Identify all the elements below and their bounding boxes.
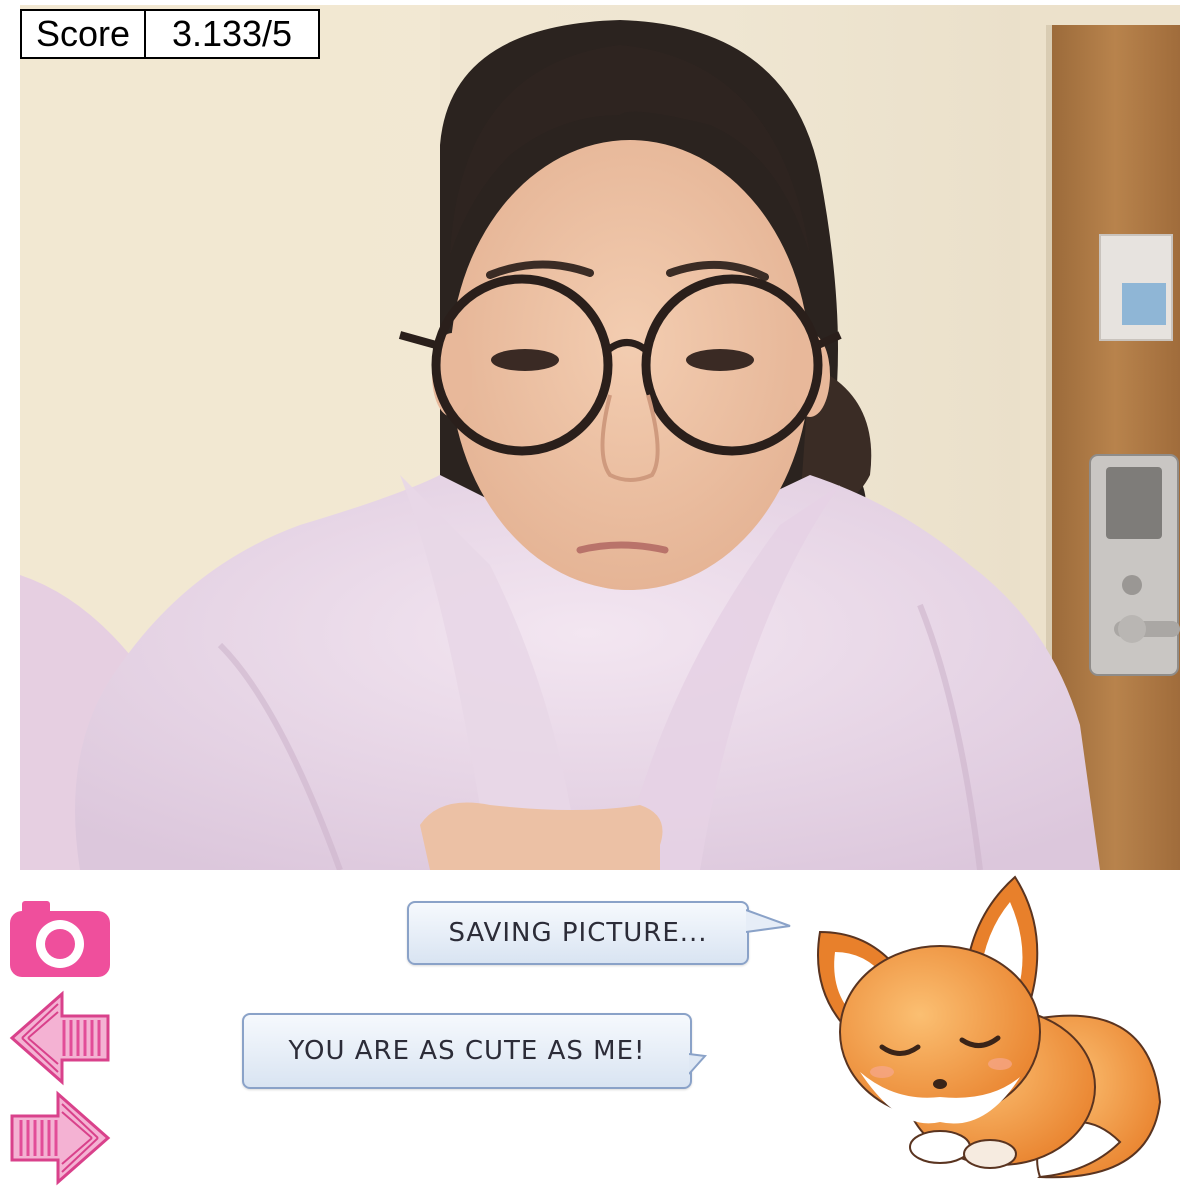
fox-mascot-icon (817, 875, 1162, 1179)
bubble-tail-1 (746, 909, 791, 933)
score-display: Score 3.133/5 (20, 9, 320, 59)
score-label: Score (22, 11, 146, 57)
score-value: 3.133/5 (171, 13, 293, 54)
message-text-1: SAVING PICTURE... (448, 918, 708, 948)
next-button[interactable] (8, 1090, 112, 1186)
previous-button[interactable] (8, 990, 112, 1086)
arrow-left-icon (9, 990, 110, 1086)
camera-icon (10, 901, 110, 977)
message-bubble-2: YOU ARE AS CUTE AS ME! (242, 1013, 692, 1089)
arrow-right-icon (10, 1090, 111, 1186)
message-bubble-1: SAVING PICTURE... (407, 901, 749, 965)
camera-button[interactable] (8, 897, 112, 979)
webcam-photo (20, 5, 1180, 870)
message-text-2: YOU ARE AS CUTE AS ME! (288, 1036, 646, 1066)
bubble-tail-2 (689, 1053, 708, 1075)
fox-mascot (790, 872, 1170, 1192)
